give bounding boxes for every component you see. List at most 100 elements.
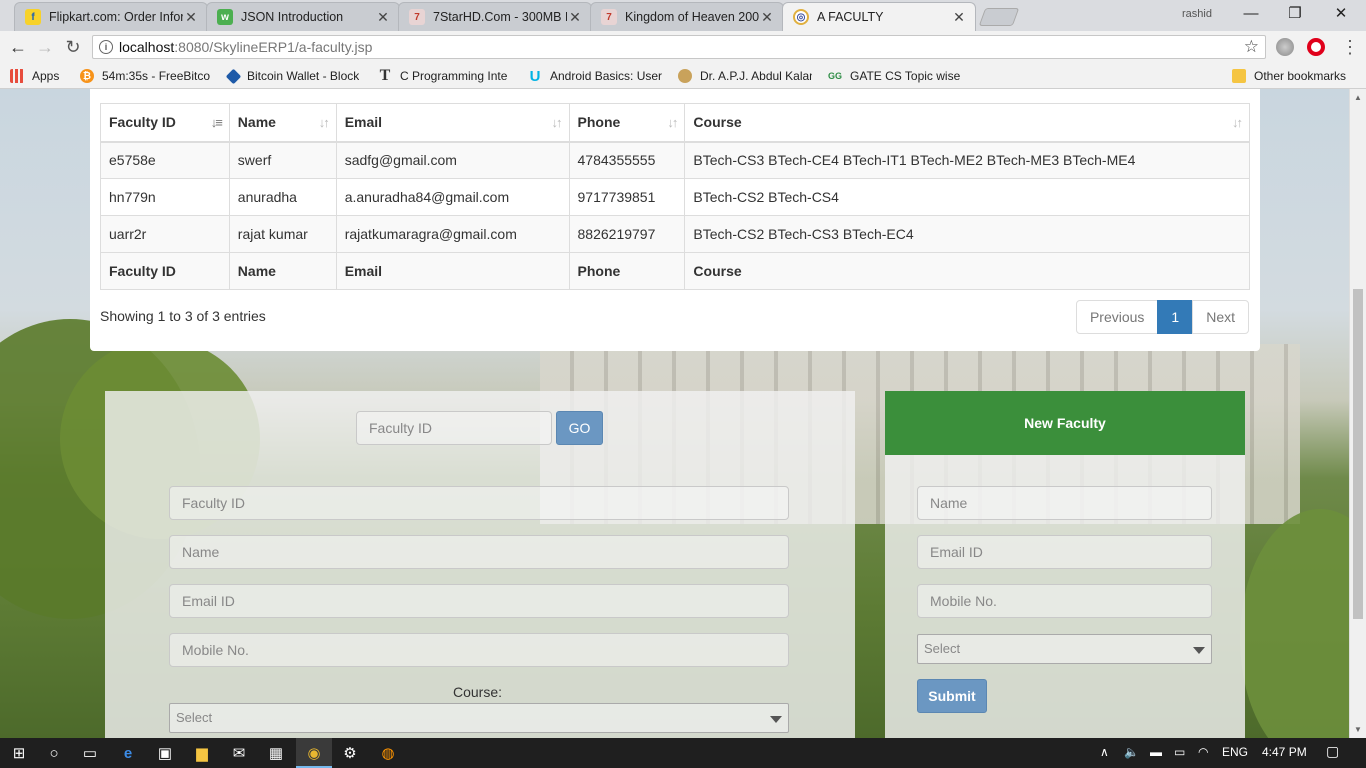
close-icon[interactable]: ✕ (951, 9, 967, 26)
bookmark-blockchain[interactable]: Bitcoin Wallet - Block (225, 67, 363, 85)
battery-icon[interactable]: ▭ (1174, 745, 1185, 759)
bookmark-other[interactable]: Other bookmarks (1232, 67, 1346, 85)
edge-icon[interactable]: e (118, 743, 138, 763)
info-icon[interactable]: i (99, 40, 113, 54)
scroll-down-arrow-icon[interactable]: ▼ (1354, 725, 1362, 734)
page-scrollbar[interactable]: ▲ ▼ (1349, 89, 1366, 738)
window-close-button[interactable]: ✕ (1326, 4, 1356, 26)
table-row[interactable]: e5758e swerf sadfg@gmail.com 4784355555 … (100, 141, 1250, 179)
address-bar[interactable]: i localhost :8080/SkylineERP1/a-faculty.… (92, 35, 1266, 59)
table-header-row: Faculty ID ↓≡ Name ↓↑ Email ↓↑ Phone ↓↑ Cour… (100, 103, 1250, 143)
mail-icon[interactable]: ✉ (229, 743, 249, 763)
previous-page-button[interactable]: Previous (1075, 300, 1159, 334)
course-select[interactable]: Select (169, 703, 789, 733)
cell-course: BTech-CS2 BTech-CS3 BTech-EC4 (684, 215, 1250, 253)
column-header-email[interactable]: Email ↓↑ (335, 103, 570, 143)
name-field[interactable]: Name (169, 535, 789, 569)
cell-phone: 4784355555 (568, 141, 686, 179)
bookmark-gate-cs[interactable]: GG GATE CS Topic wise p (828, 67, 964, 85)
tab-title: Flipkart.com: Order Inform (49, 10, 183, 24)
next-page-button[interactable]: Next (1192, 300, 1249, 334)
file-explorer-icon[interactable]: ▆ (192, 743, 212, 763)
new-faculty-form: New Faculty Name Email ID Mobile No. Sel… (885, 391, 1245, 738)
email-field[interactable]: Email ID (169, 584, 789, 618)
sort-icon: ↓↑ (551, 115, 563, 130)
scrollbar-thumb[interactable] (1353, 289, 1363, 619)
page-1-button[interactable]: 1 (1157, 300, 1194, 334)
restore-button[interactable]: ❐ (1280, 4, 1310, 26)
monitor-icon[interactable]: ▬ (1150, 745, 1162, 759)
cortana-search-icon[interactable]: ○ (44, 743, 64, 763)
settings-gear-icon[interactable]: ⚙ (340, 743, 360, 763)
column-header-name[interactable]: Name ↓↑ (228, 103, 337, 143)
column-header-course[interactable]: Course ↓↑ (684, 103, 1250, 143)
tab-flipkart[interactable]: f Flipkart.com: Order Inform ✕ (14, 2, 208, 31)
close-icon[interactable]: ✕ (759, 9, 775, 26)
bookmark-android-basics[interactable]: U Android Basics: User (528, 67, 662, 85)
new-name-field[interactable]: Name (917, 486, 1212, 520)
footer-email: Email (335, 252, 570, 290)
submit-button[interactable]: Submit (917, 679, 987, 713)
new-mobile-field[interactable]: Mobile No. (917, 584, 1212, 618)
page-viewport: Faculty ID ↓≡ Name ↓↑ Email ↓↑ Phone ↓↑ Cour… (0, 89, 1349, 738)
footer-faculty-id: Faculty ID (100, 252, 230, 290)
task-view-icon[interactable]: ▭ (80, 743, 100, 763)
udacity-icon: U (529, 67, 541, 85)
bookmark-c-programming[interactable]: T C Programming Inte (378, 67, 514, 85)
bookmark-freebitco[interactable]: ₿ 54m:35s - FreeBitco (80, 67, 215, 85)
new-tab-button[interactable] (978, 8, 1020, 26)
cell-faculty-id: e5758e (100, 141, 230, 179)
bookmark-apps[interactable]: Apps (10, 67, 59, 85)
chrome-icon[interactable]: ◉ (304, 743, 324, 763)
profile-name[interactable]: rashid (1182, 8, 1212, 20)
tab-kingdom[interactable]: 7 Kingdom of Heaven 2005 ✕ (590, 2, 784, 31)
volume-icon[interactable]: 🔈 (1124, 745, 1139, 759)
reload-button[interactable]: ↻ (61, 36, 85, 58)
windows-start-icon[interactable]: ⊞ (9, 743, 29, 763)
close-icon[interactable]: ✕ (183, 9, 199, 26)
opera-icon[interactable] (1307, 38, 1325, 56)
close-icon[interactable]: ✕ (567, 9, 583, 26)
blockchain-icon (225, 68, 242, 84)
faculty-id-search-input[interactable]: Faculty ID (356, 411, 552, 445)
tray-chevron-up-icon[interactable]: ∧ (1100, 745, 1109, 759)
firefox-icon[interactable]: ◍ (378, 743, 398, 763)
input-language[interactable]: ENG (1222, 745, 1248, 759)
wifi-icon[interactable]: ◠ (1198, 745, 1208, 759)
apps-grid-icon (10, 69, 24, 83)
close-icon[interactable]: ✕ (375, 9, 391, 26)
clock[interactable]: 4:47 PM (1262, 745, 1307, 759)
table-row[interactable]: hn779n anuradha a.anuradha84@gmail.com 9… (100, 178, 1250, 216)
action-center-icon[interactable]: ▢ (1326, 743, 1339, 760)
background-tree (1240, 509, 1349, 738)
scroll-up-arrow-icon[interactable]: ▲ (1354, 93, 1362, 102)
cell-name: anuradha (228, 178, 337, 216)
column-header-phone[interactable]: Phone ↓↑ (568, 103, 686, 143)
sort-icon: ↓↑ (318, 115, 330, 130)
new-email-field[interactable]: Email ID (917, 535, 1212, 569)
extension-icon[interactable] (1276, 38, 1294, 56)
back-button[interactable]: ← (6, 36, 30, 58)
photos-icon[interactable]: ▦ (266, 743, 286, 763)
minimize-button[interactable]: — (1236, 4, 1266, 26)
menu-icon[interactable]: ⋮ (1338, 36, 1362, 58)
forward-button[interactable]: → (33, 36, 57, 58)
tab-7starhd[interactable]: 7 7StarHD.Com - 300MB D ✕ (398, 2, 592, 31)
table-row[interactable]: uarr2r rajat kumar rajatkumaragra@gmail.… (100, 215, 1250, 253)
new-course-select[interactable]: Select (917, 634, 1212, 664)
store-icon[interactable]: ▣ (155, 743, 175, 763)
table-info: Showing 1 to 3 of 3 entries (100, 308, 266, 324)
faculty-id-field[interactable]: Faculty ID (169, 486, 789, 520)
university-logo-icon: ◎ (793, 9, 809, 25)
bookmark-star-icon[interactable]: ☆ (1244, 37, 1259, 57)
new-faculty-header: New Faculty (885, 391, 1245, 455)
go-button[interactable]: GO (556, 411, 603, 445)
footer-name: Name (228, 252, 337, 290)
site-icon: 7 (601, 9, 617, 25)
bookmark-apj-kalam[interactable]: Dr. A.P.J. Abdul Kalam (678, 67, 812, 85)
mobile-field[interactable]: Mobile No. (169, 633, 789, 667)
tab-json[interactable]: w JSON Introduction ✕ (206, 2, 400, 31)
column-header-faculty-id[interactable]: Faculty ID ↓≡ (100, 103, 230, 143)
tab-a-faculty[interactable]: ◎ A FACULTY ✕ (782, 2, 976, 31)
url-host: localhost (119, 39, 175, 55)
